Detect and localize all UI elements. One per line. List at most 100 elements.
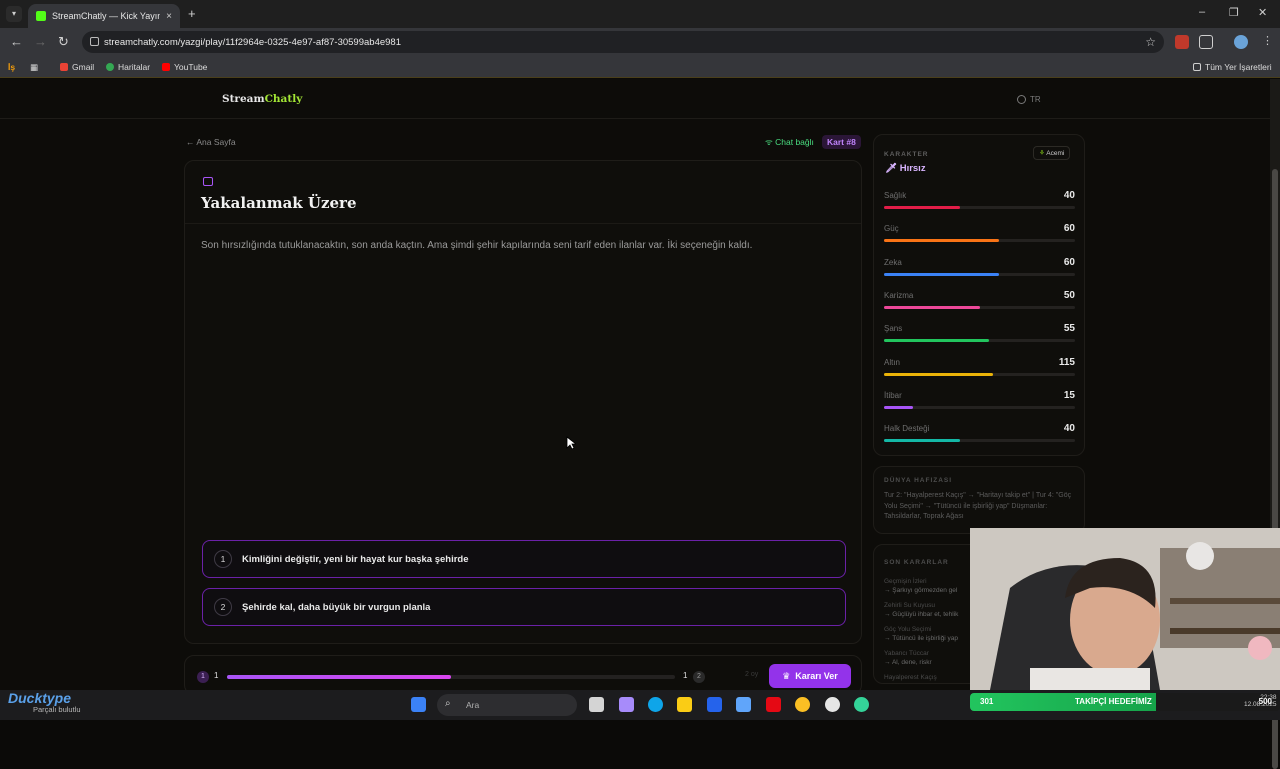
stat-fill (884, 439, 960, 443)
is-app-icon[interactable]: İş (8, 62, 15, 72)
webcam-overlay (970, 528, 1280, 690)
bookmark-star-icon[interactable]: ☆ (1145, 35, 1156, 49)
back-arrow-icon[interactable]: ← (10, 34, 23, 49)
all-bookmarks-label: Tüm Yer İşaretleri (1205, 62, 1272, 72)
calculator-icon[interactable] (736, 697, 751, 712)
stat-track (884, 405, 1075, 409)
choice-option-2[interactable]: 2 Şehirde kal, daha büyük bir vurgun pla… (202, 588, 846, 626)
dagger-icon: 🗡 (885, 163, 900, 174)
maximize-icon[interactable]: ❐ (1229, 6, 1239, 19)
story-text: Son hırsızlığında tutuklanacaktın, son a… (201, 240, 753, 251)
stat-label: İtibar (884, 390, 902, 400)
obs-icon[interactable] (825, 697, 840, 712)
stat-value: 60 (1063, 223, 1075, 235)
stat-fill (884, 206, 960, 209)
webcam-image (970, 528, 1280, 690)
copilot-icon[interactable] (619, 697, 634, 712)
decision-question: Hayalperest Kaçış (884, 674, 937, 681)
stat-label: Altın (884, 357, 901, 367)
decide-button[interactable]: ♛ Kararı Ver (769, 664, 851, 688)
option-2-marker: 2 (693, 671, 705, 683)
option-2-count: 1 (683, 671, 688, 680)
stat-track (884, 272, 1075, 276)
decision-question: Geçmişin İzleri (884, 578, 927, 585)
windows-start-icon[interactable] (411, 697, 426, 712)
divider (185, 223, 861, 224)
profile-avatar[interactable] (1234, 35, 1248, 49)
world-memory-panel: DÜNYA HAFIZASI Tur 2: "Hayalperest Kaçış… (873, 466, 1085, 534)
url-text: streamchatly.com/yazgi/play/11f2964e-032… (104, 36, 401, 48)
apps-grid-icon[interactable]: ▦ (30, 62, 38, 73)
browser-menu-icon[interactable]: ⋮ (1262, 34, 1273, 47)
file-explorer-icon[interactable] (677, 697, 692, 712)
decisions-section-label: SON KARARLAR (884, 559, 949, 566)
stat-label: Karizma (884, 290, 914, 300)
option-1-count: 1 (214, 671, 219, 680)
choice-number: 2 (214, 598, 232, 616)
vote-progress-track (227, 675, 675, 679)
store-icon[interactable] (707, 697, 722, 712)
extensions-puzzle-icon[interactable] (1199, 35, 1213, 49)
decide-label: Kararı Ver (795, 671, 838, 681)
decision-answer: → Al, dene, riskr (884, 659, 932, 667)
stat-value: 40 (1063, 423, 1075, 435)
clock-time: 22:38 (1260, 694, 1277, 701)
bookmark-youtube[interactable]: YouTube (162, 62, 207, 72)
tab-search-button[interactable]: ▾ (6, 6, 22, 22)
decision-item: Hayalperest Kaçış→ Haritayı takip et (884, 673, 937, 683)
option-1-marker: 1 (197, 671, 209, 683)
address-bar[interactable]: streamchatly.com/yazgi/play/11f2964e-032… (82, 31, 1164, 53)
extension-icon[interactable] (1175, 35, 1189, 49)
logo[interactable]: StreamChatly (222, 93, 302, 105)
decision-question: Zehirli Su Kuyusu (884, 602, 935, 609)
taskbar-search[interactable]: ⌕ Ara (437, 694, 577, 716)
reload-icon[interactable]: ↻ (58, 34, 69, 50)
stat-row: Karizma 50 (884, 290, 1075, 313)
bookmark-maps[interactable]: Haritalar (106, 62, 150, 72)
search-icon: ⌕ (445, 698, 451, 709)
minimize-icon[interactable]: – (1199, 6, 1205, 18)
stat-row: Şans 55 (884, 323, 1075, 346)
browser-tab-bar: ▾ StreamChatly — Kick Yayıncıları × + – … (0, 0, 1280, 28)
home-link[interactable]: ← Ana Sayfa (186, 137, 236, 147)
stat-value: 60 (1063, 256, 1075, 268)
new-tab-button[interactable]: + (188, 6, 196, 21)
stat-label: Zeka (884, 257, 902, 267)
site-info-icon[interactable] (90, 37, 99, 46)
mouse-cursor (566, 436, 576, 450)
level-label: Acemi (1046, 150, 1065, 157)
forward-arrow-icon[interactable]: → (34, 34, 47, 49)
choice-option-1[interactable]: 1 Kimliğini değiştir, yeni bir hayat kur… (202, 540, 846, 578)
stat-label: Güç (884, 224, 899, 234)
stat-row: İtibar 15 (884, 390, 1075, 413)
follower-goal-bar: 301 TAKİPÇİ HEDEFİMİZ 500 (970, 693, 1280, 711)
card-badge: Kart #8 (822, 135, 861, 149)
gmail-icon (60, 63, 68, 71)
level-badge: ⚘ Acemi (1033, 146, 1071, 160)
bookmark-gmail[interactable]: Gmail (60, 62, 94, 72)
bookmark-label: Gmail (72, 62, 95, 72)
browser-toolbar: ← → ↻ streamchatly.com/yazgi/play/11f296… (0, 28, 1280, 56)
decision-question: Göç Yolu Seçimi (884, 626, 932, 633)
netflix-icon[interactable] (766, 697, 781, 712)
decision-question: Yabancı Tüccar (884, 650, 929, 657)
all-bookmarks-folder[interactable]: Tüm Yer İşaretleri (1193, 62, 1272, 72)
story-card: Yakalanmak Üzere Son hırsızlığında tutuk… (184, 160, 862, 644)
chrome-active-icon[interactable] (854, 697, 869, 712)
edge-icon[interactable] (648, 697, 663, 712)
tab-close-icon[interactable]: × (166, 11, 172, 22)
logo-main-text: Stream (222, 93, 265, 105)
bookmark-label: YouTube (174, 62, 208, 72)
vote-total: 2 oy (745, 671, 759, 678)
tab-title: StreamChatly — Kick Yayıncıları (52, 11, 161, 21)
task-view-icon[interactable] (589, 697, 604, 712)
folder-icon (1193, 63, 1201, 71)
stat-track (884, 206, 1075, 209)
chrome-icon[interactable] (795, 697, 810, 712)
language-switcher[interactable]: TR (1017, 95, 1041, 104)
close-window-icon[interactable]: ✕ (1258, 6, 1267, 19)
browser-tab[interactable]: StreamChatly — Kick Yayıncıları × (28, 4, 180, 28)
weather-brand: Ducktype (8, 690, 72, 706)
stat-row: Güç 60 (884, 223, 1075, 246)
decision-item: Geçmişin İzleri → Şarkıyı görmezden gel (884, 577, 957, 595)
